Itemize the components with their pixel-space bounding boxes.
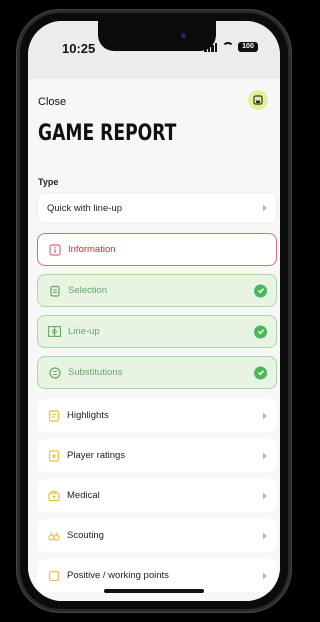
save-button[interactable] xyxy=(248,90,268,110)
checkmark-icon xyxy=(254,284,267,297)
close-button[interactable]: Close xyxy=(38,96,66,108)
chevron-right-icon xyxy=(263,452,267,459)
binoculars-icon xyxy=(47,529,60,542)
pitch-icon xyxy=(48,325,61,338)
section-player-ratings[interactable]: Player ratings xyxy=(37,439,277,472)
rating-icon xyxy=(47,449,60,462)
notes-icon xyxy=(47,409,60,422)
section-medical[interactable]: Medical xyxy=(37,479,277,512)
section-label: Line-up xyxy=(68,326,100,337)
section-scouting[interactable]: Scouting xyxy=(37,519,277,552)
status-time: 10:25 xyxy=(62,41,96,56)
section-positive-working-points[interactable]: Positive / working points xyxy=(37,559,277,592)
section-label: Positive / working points xyxy=(67,570,169,581)
screen: 10:25 100 Close GAME REPORT Type Quick w… xyxy=(28,21,280,601)
type-select[interactable]: Quick with line-up xyxy=(37,193,277,223)
phone-frame: 10:25 100 Close GAME REPORT Type Quick w… xyxy=(16,9,292,613)
phone-bezel: 10:25 100 Close GAME REPORT Type Quick w… xyxy=(20,13,288,609)
section-selection[interactable]: Selection xyxy=(37,274,277,307)
page-title: GAME REPORT xyxy=(38,121,177,146)
type-value: Quick with line-up xyxy=(47,202,122,214)
section-line-up[interactable]: Line-up xyxy=(37,315,277,348)
section-highlights[interactable]: Highlights xyxy=(37,399,277,432)
info-icon xyxy=(48,243,61,256)
save-icon xyxy=(253,95,263,105)
medkit-icon xyxy=(47,489,60,502)
chevron-right-icon xyxy=(263,532,267,539)
signal-icon xyxy=(204,42,218,52)
report-content: Close GAME REPORT Type Quick with line-u… xyxy=(28,79,280,601)
section-substitutions[interactable]: Substitutions xyxy=(37,356,277,389)
wifi-icon xyxy=(222,42,234,52)
section-label: Information xyxy=(68,244,116,255)
status-icons: 100 xyxy=(204,42,258,52)
checkmark-icon xyxy=(254,366,267,379)
clipboard-icon xyxy=(48,284,61,297)
home-indicator[interactable] xyxy=(104,589,204,593)
section-label: Highlights xyxy=(67,410,109,421)
swap-icon xyxy=(48,366,61,379)
section-label: Selection xyxy=(68,285,108,296)
section-label: Medical xyxy=(67,490,100,501)
chevron-right-icon xyxy=(263,492,267,499)
section-information[interactable]: Information xyxy=(37,233,277,266)
section-label: Player ratings xyxy=(67,450,126,461)
chevron-right-icon xyxy=(263,412,267,419)
square-icon xyxy=(47,569,60,582)
section-label: Scouting xyxy=(67,530,104,541)
camera-dot xyxy=(181,33,186,38)
chevron-right-icon xyxy=(263,572,267,579)
notch xyxy=(98,21,216,51)
section-label: Substitutions xyxy=(68,367,123,378)
status-bar: 10:25 100 xyxy=(28,21,280,79)
checkmark-icon xyxy=(254,325,267,338)
type-label: Type xyxy=(38,177,59,187)
chevron-right-icon xyxy=(263,205,267,211)
battery-icon: 100 xyxy=(238,42,258,52)
